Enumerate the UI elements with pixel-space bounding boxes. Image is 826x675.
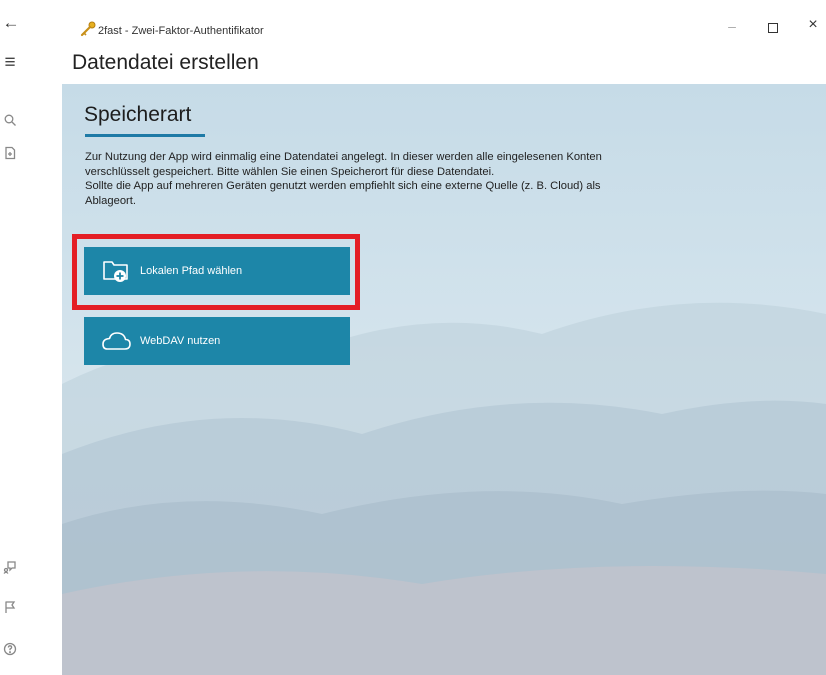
hamburger-menu-button[interactable]: ≡	[0, 52, 20, 73]
hamburger-icon: ≡	[4, 52, 16, 73]
local-path-label: Lokalen Pfad wählen	[140, 265, 243, 277]
key-app-icon	[80, 21, 96, 37]
folder-add-icon	[96, 256, 136, 286]
open-file-button[interactable]	[0, 143, 20, 163]
minimize-button[interactable]: –	[726, 19, 738, 33]
page-title: Datendatei erstellen	[72, 51, 259, 74]
feedback-button[interactable]	[0, 557, 20, 577]
content-panel: Speicherart Zur Nutzung der App wird ein…	[62, 84, 826, 675]
flag-icon	[5, 601, 16, 613]
feedback-icon	[3, 561, 16, 574]
help-button[interactable]	[0, 639, 20, 659]
close-button[interactable]: ×	[806, 17, 820, 33]
search-icon	[4, 114, 16, 126]
open-file-icon	[5, 146, 16, 160]
description-line: Zur Nutzung der App wird einmalig eine D…	[85, 151, 602, 163]
help-icon	[3, 642, 17, 656]
description-line: verschlüsselt gespeichert. Bitte wählen …	[85, 165, 495, 178]
description-line: Ablageort.	[85, 194, 136, 207]
storage-description: Zur Nutzung der App wird einmalig eine D…	[85, 150, 785, 208]
description-line: Sollte die App auf mehreren Geräten genu…	[85, 180, 601, 192]
window-title: 2fast - Zwei-Faktor-Authentifikator	[98, 25, 264, 37]
webdav-label: WebDAV nutzen	[140, 335, 221, 347]
search-button[interactable]	[0, 110, 20, 130]
cloud-icon	[96, 326, 136, 356]
nav-rail: ≡	[0, 40, 62, 675]
choose-local-path-button[interactable]: Lokalen Pfad wählen	[84, 247, 350, 295]
back-button[interactable]: ←	[0, 12, 22, 34]
flag-button[interactable]	[0, 597, 20, 617]
section-title: Speicherart	[84, 103, 192, 126]
use-webdav-button[interactable]: WebDAV nutzen	[84, 317, 350, 365]
title-bar: ← 2fast - Zwei-Faktor-Authentifikator – …	[0, 0, 826, 40]
section-underline	[85, 134, 205, 137]
maximize-button[interactable]	[768, 23, 778, 33]
